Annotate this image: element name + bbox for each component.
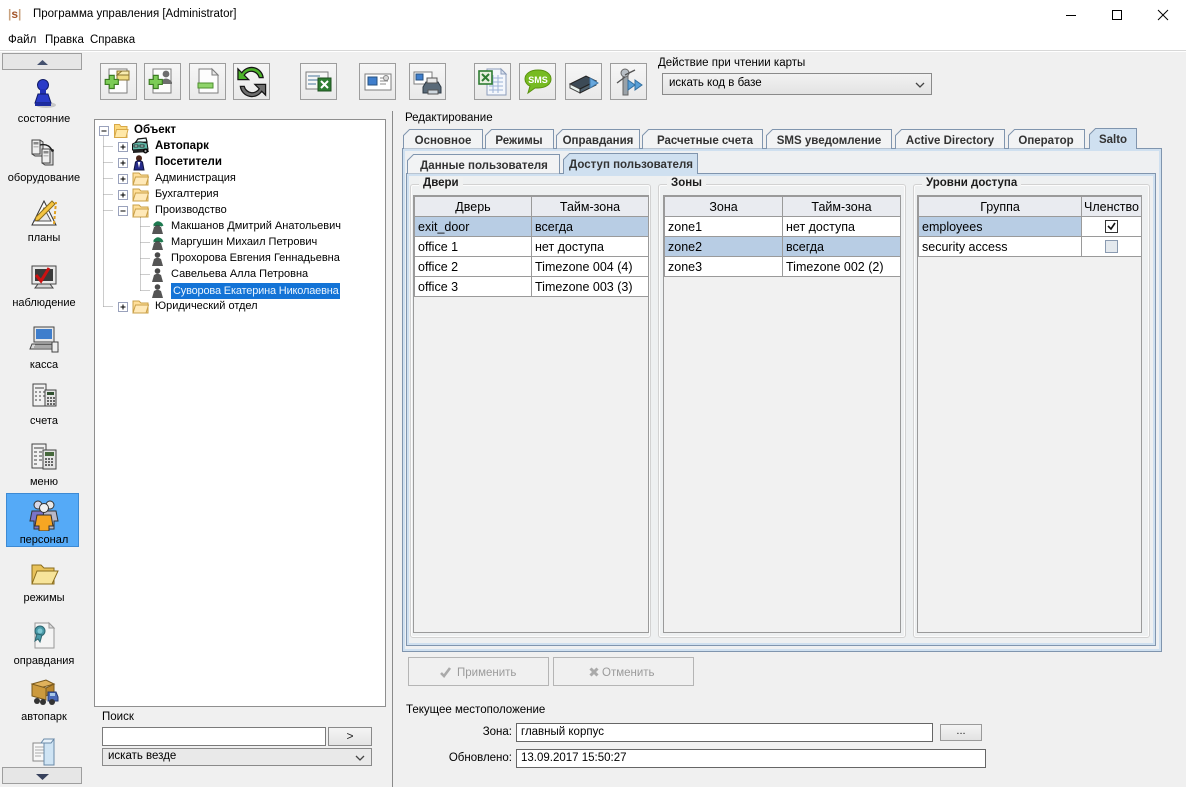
svg-text:Salto: Salto <box>1099 134 1127 146</box>
svg-text:Расчетные счета: Расчетные счета <box>657 135 754 147</box>
svg-text:Режимы: Режимы <box>495 135 542 147</box>
svg-text:Данные пользователя: Данные пользователя <box>420 160 548 172</box>
svg-text:Доступ пользователя: Доступ пользователя <box>569 159 693 171</box>
svg-text:Оправдания: Оправдания <box>563 135 634 147</box>
svg-text:Оператор: Оператор <box>1018 135 1073 147</box>
svg-text:SMS: SMS <box>528 75 548 85</box>
svg-text:Active Directory: Active Directory <box>906 135 995 147</box>
svg-text:Основное: Основное <box>415 135 472 147</box>
svg-text:SMS уведомление: SMS уведомление <box>777 135 881 147</box>
